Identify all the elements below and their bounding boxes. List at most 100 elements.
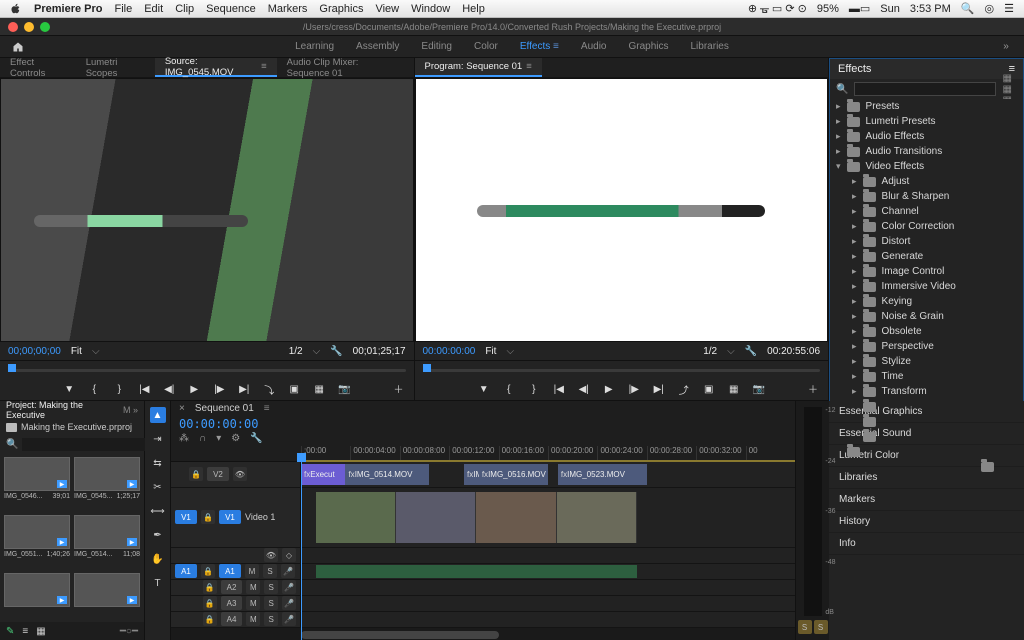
- tab-source[interactable]: Source: IMG_0545.MOV ≡: [155, 58, 277, 77]
- insert-icon[interactable]: ⤵: [263, 383, 276, 396]
- bin-name[interactable]: Making the Executive.prproj: [21, 422, 132, 432]
- program-monitor[interactable]: [415, 78, 829, 342]
- fx-immersive-video[interactable]: ▸Immersive Video: [830, 279, 1023, 294]
- step-back-icon[interactable]: ◀|: [163, 383, 176, 396]
- timeline-clip[interactable]: fx IMG_05: [464, 464, 479, 485]
- tab-audio-mixer[interactable]: Audio Clip Mixer: Sequence 01: [277, 57, 414, 79]
- export-frame-icon[interactable]: ▦: [727, 383, 740, 396]
- workspace-assembly[interactable]: Assembly: [356, 41, 399, 52]
- wrench-icon[interactable]: 🔧: [330, 346, 342, 357]
- panel-info[interactable]: Info: [829, 533, 1024, 555]
- track-label[interactable]: A1: [219, 564, 241, 578]
- fx-obsolete[interactable]: ▸Obsolete: [830, 324, 1023, 339]
- step-fwd-icon[interactable]: |▶: [213, 383, 226, 396]
- voice-icon[interactable]: 🎤: [282, 580, 296, 594]
- menu-sequence[interactable]: Sequence: [206, 3, 256, 15]
- mute-icon[interactable]: M: [246, 580, 260, 594]
- traffic-lights[interactable]: [8, 22, 50, 32]
- fx-channel[interactable]: ▸Channel: [830, 204, 1023, 219]
- mute-icon[interactable]: M: [245, 564, 259, 578]
- tab-lumetri-scopes[interactable]: Lumetri Scopes: [76, 57, 155, 79]
- fx-audio-transitions[interactable]: ▸Audio Transitions: [830, 144, 1023, 159]
- panel-history[interactable]: History: [829, 511, 1024, 533]
- siri-icon[interactable]: ◎: [985, 2, 995, 15]
- timeline-clip[interactable]: fx IMG_0514.MOV: [345, 464, 429, 485]
- camera-icon[interactable]: 📷: [338, 383, 351, 396]
- fx-image-control[interactable]: ▸Image Control: [830, 264, 1023, 279]
- menu-view[interactable]: View: [375, 3, 399, 15]
- workspace-color[interactable]: Color: [474, 41, 498, 52]
- goto-in-icon[interactable]: |◀: [138, 383, 151, 396]
- fx-perspective[interactable]: ▸Perspective: [830, 339, 1023, 354]
- ripple-tool[interactable]: ⇆: [150, 455, 166, 471]
- play-icon[interactable]: ▶: [188, 383, 201, 396]
- export-frame-icon[interactable]: ▦: [313, 383, 326, 396]
- timeline-clip[interactable]: fx Execut: [301, 464, 345, 485]
- timeline-clip[interactable]: fx IMG_0523.MOV: [558, 464, 647, 485]
- marker-icon[interactable]: ▼: [63, 383, 76, 396]
- track-label-v1[interactable]: V1: [219, 510, 241, 524]
- panel-essential-graphics[interactable]: Essential Graphics: [829, 401, 1024, 423]
- lock-icon[interactable]: 🔒: [201, 510, 215, 524]
- link-icon[interactable]: ∩: [199, 433, 206, 444]
- track-label-v2[interactable]: V2: [207, 467, 229, 481]
- lift-icon[interactable]: ⤴: [677, 383, 690, 396]
- menu-window[interactable]: Window: [411, 3, 450, 15]
- timeline-tc[interactable]: 00:00:00:00: [179, 417, 258, 431]
- workspace-audio[interactable]: Audio: [581, 41, 607, 52]
- menu-markers[interactable]: Markers: [268, 3, 308, 15]
- solo-l[interactable]: S: [798, 620, 812, 634]
- solo-icon[interactable]: S: [264, 612, 278, 626]
- lock-icon[interactable]: 🔒: [203, 612, 217, 626]
- fx-lumetri-presets[interactable]: ▸Lumetri Presets: [830, 114, 1023, 129]
- out-icon[interactable]: }: [527, 383, 540, 396]
- timeline-clip[interactable]: fx IMG_0516.MOV: [479, 464, 548, 485]
- mute-icon[interactable]: M: [246, 612, 260, 626]
- fx-keying[interactable]: ▸Keying: [830, 294, 1023, 309]
- fx-generate[interactable]: ▸Generate: [830, 249, 1023, 264]
- project-search-input[interactable]: [22, 438, 145, 451]
- marker-icon[interactable]: ▼: [477, 383, 490, 396]
- fx-time[interactable]: ▸Time: [830, 369, 1023, 384]
- fx-noise-grain[interactable]: ▸Noise & Grain: [830, 309, 1023, 324]
- project-tab[interactable]: Project: Making the Executive: [6, 400, 118, 420]
- fx-audio-effects[interactable]: ▸Audio Effects: [830, 129, 1023, 144]
- track-label[interactable]: A3: [221, 596, 243, 610]
- wrench-icon[interactable]: 🔧: [745, 346, 757, 357]
- workspace-libraries[interactable]: Libraries: [691, 41, 729, 52]
- toggle-output-icon[interactable]: 👁: [233, 467, 247, 481]
- tab-effect-controls[interactable]: Effect Controls: [0, 57, 76, 79]
- panel-essential-sound[interactable]: Essential Sound: [829, 423, 1024, 445]
- track-label[interactable]: A4: [221, 612, 243, 626]
- out-icon[interactable]: }: [113, 383, 126, 396]
- in-icon[interactable]: {: [502, 383, 515, 396]
- project-clip[interactable]: ▶: [74, 573, 140, 618]
- freeform-icon[interactable]: ✎: [6, 626, 14, 637]
- notif-icon[interactable]: ☰: [1004, 2, 1014, 15]
- solo-icon[interactable]: S: [264, 596, 278, 610]
- project-clip[interactable]: ▶IMG_0546...39;01: [4, 457, 70, 509]
- home-button[interactable]: [0, 36, 36, 57]
- selection-tool[interactable]: ▲: [150, 407, 166, 423]
- track-label[interactable]: A2: [221, 580, 243, 594]
- program-zoom[interactable]: 1/2: [703, 346, 717, 357]
- panel-libraries[interactable]: Libraries: [829, 467, 1024, 489]
- source-a1[interactable]: A1: [175, 564, 197, 578]
- menu-clip[interactable]: Clip: [175, 3, 194, 15]
- menu-edit[interactable]: Edit: [144, 3, 163, 15]
- fx-blur-sharpen[interactable]: ▸Blur & Sharpen: [830, 189, 1023, 204]
- voice-icon[interactable]: 🎤: [282, 596, 296, 610]
- fx-presets[interactable]: ▸Presets: [830, 99, 1023, 114]
- lock-icon[interactable]: 🔒: [189, 467, 203, 481]
- program-playhead[interactable]: [423, 364, 431, 372]
- workspace-learning[interactable]: Learning: [295, 41, 334, 52]
- lock-icon[interactable]: 🔒: [203, 596, 217, 610]
- lock-icon[interactable]: 🔒: [201, 564, 215, 578]
- fx-distort[interactable]: ▸Distort: [830, 234, 1023, 249]
- type-tool[interactable]: T: [150, 575, 166, 591]
- fx-color-correction[interactable]: ▸Color Correction: [830, 219, 1023, 234]
- fx-adjust[interactable]: ▸Adjust: [830, 174, 1023, 189]
- mute-icon[interactable]: M: [246, 596, 260, 610]
- tab-program[interactable]: Program: Sequence 01 ≡: [415, 58, 542, 77]
- workspace-graphics[interactable]: Graphics: [628, 41, 668, 52]
